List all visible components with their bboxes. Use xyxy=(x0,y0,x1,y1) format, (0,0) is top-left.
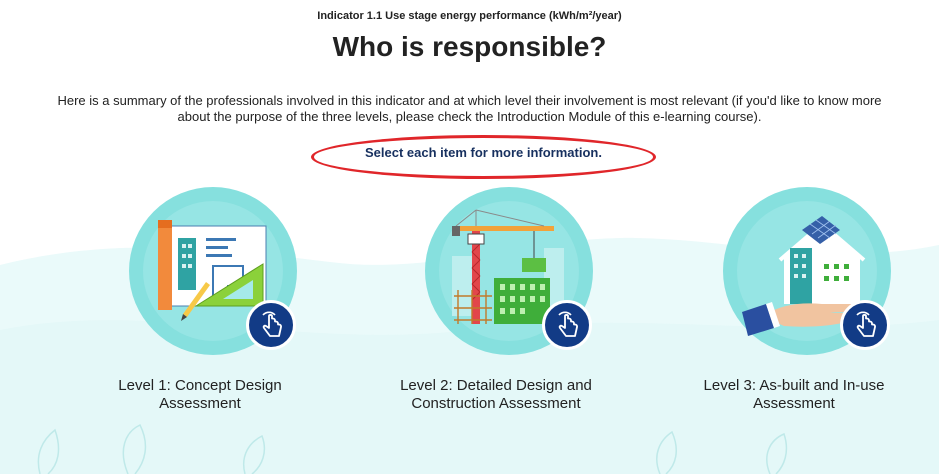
click-pointer-button[interactable] xyxy=(840,300,890,350)
hand-pointer-icon xyxy=(558,311,578,337)
hand-pointer-icon xyxy=(856,311,876,337)
click-pointer-button[interactable] xyxy=(542,300,592,350)
level-3-label: Level 3: As-built and In-use Assessment xyxy=(703,377,885,412)
select-prompt: Select each item for more information. xyxy=(311,135,656,179)
select-prompt-text: Select each item for more information. xyxy=(365,145,602,160)
intro-text: Here is a summary of the professionals i… xyxy=(57,93,882,124)
hand-pointer-icon xyxy=(262,311,282,337)
indicator-heading: Indicator 1.1 Use stage energy performan… xyxy=(317,10,622,22)
click-pointer-button[interactable] xyxy=(246,300,296,350)
page-title: Who is responsible? xyxy=(332,31,607,62)
level-1-label: Level 1: Concept Design Assessment xyxy=(118,377,282,412)
level-2-label: Level 2: Detailed Design and Constructio… xyxy=(400,377,592,412)
